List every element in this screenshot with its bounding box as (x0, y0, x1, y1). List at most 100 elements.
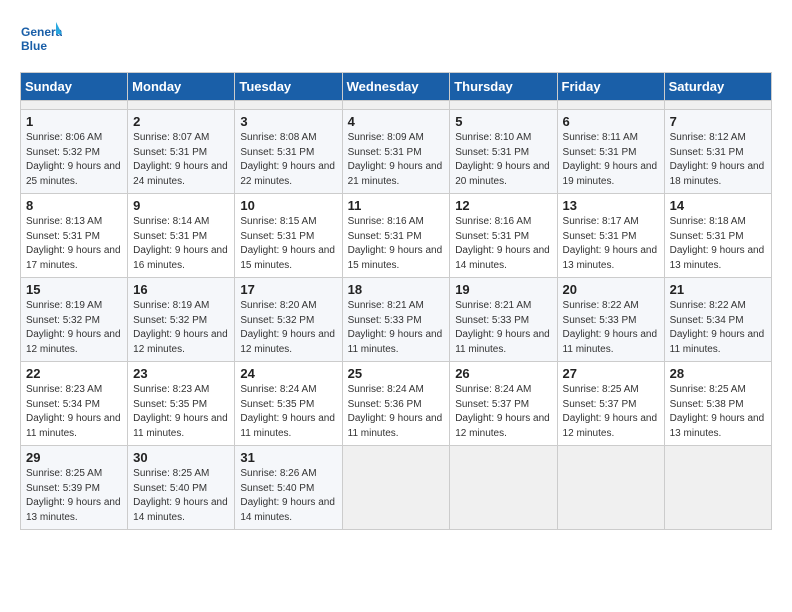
day-number: 30 (133, 450, 229, 465)
calendar-cell: 1 Sunrise: 8:06 AMSunset: 5:32 PMDayligh… (21, 110, 128, 194)
calendar-cell: 15 Sunrise: 8:19 AMSunset: 5:32 PMDaylig… (21, 278, 128, 362)
cell-info: Sunrise: 8:16 AMSunset: 5:31 PMDaylight:… (455, 215, 551, 273)
day-number: 9 (133, 198, 229, 213)
cell-info: Sunrise: 8:21 AMSunset: 5:33 PMDaylight:… (455, 299, 551, 357)
cell-info: Sunrise: 8:23 AMSunset: 5:35 PMDaylight:… (133, 383, 229, 441)
cell-info: Sunrise: 8:08 AMSunset: 5:31 PMDaylight:… (240, 131, 336, 189)
calendar-cell: 6 Sunrise: 8:11 AMSunset: 5:31 PMDayligh… (557, 110, 664, 194)
day-number: 27 (563, 366, 659, 381)
page-header: General Blue (20, 20, 772, 62)
logo: General Blue (20, 20, 62, 62)
cell-info: Sunrise: 8:24 AMSunset: 5:37 PMDaylight:… (455, 383, 551, 441)
calendar-cell: 3 Sunrise: 8:08 AMSunset: 5:31 PMDayligh… (235, 110, 342, 194)
day-number: 21 (670, 282, 766, 297)
day-number: 31 (240, 450, 336, 465)
cell-info: Sunrise: 8:20 AMSunset: 5:32 PMDaylight:… (240, 299, 336, 357)
day-number: 29 (26, 450, 122, 465)
calendar-cell: 13 Sunrise: 8:17 AMSunset: 5:31 PMDaylig… (557, 194, 664, 278)
cell-info: Sunrise: 8:25 AMSunset: 5:37 PMDaylight:… (563, 383, 659, 441)
calendar-cell: 8 Sunrise: 8:13 AMSunset: 5:31 PMDayligh… (21, 194, 128, 278)
cell-info: Sunrise: 8:23 AMSunset: 5:34 PMDaylight:… (26, 383, 122, 441)
cell-info: Sunrise: 8:18 AMSunset: 5:31 PMDaylight:… (670, 215, 766, 273)
day-number: 7 (670, 114, 766, 129)
day-number: 12 (455, 198, 551, 213)
cell-info: Sunrise: 8:13 AMSunset: 5:31 PMDaylight:… (26, 215, 122, 273)
day-number: 19 (455, 282, 551, 297)
cell-info: Sunrise: 8:09 AMSunset: 5:31 PMDaylight:… (348, 131, 445, 189)
day-number: 17 (240, 282, 336, 297)
calendar-cell: 14 Sunrise: 8:18 AMSunset: 5:31 PMDaylig… (664, 194, 771, 278)
calendar-cell: 30 Sunrise: 8:25 AMSunset: 5:40 PMDaylig… (128, 446, 235, 530)
weekday-header-wednesday: Wednesday (342, 73, 450, 101)
day-number: 25 (348, 366, 445, 381)
cell-info: Sunrise: 8:25 AMSunset: 5:40 PMDaylight:… (133, 467, 229, 525)
cell-info: Sunrise: 8:17 AMSunset: 5:31 PMDaylight:… (563, 215, 659, 273)
calendar-cell (557, 446, 664, 530)
cell-info: Sunrise: 8:11 AMSunset: 5:31 PMDaylight:… (563, 131, 659, 189)
cell-info: Sunrise: 8:10 AMSunset: 5:31 PMDaylight:… (455, 131, 551, 189)
calendar-cell (450, 446, 557, 530)
day-number: 13 (563, 198, 659, 213)
calendar-table: SundayMondayTuesdayWednesdayThursdayFrid… (20, 72, 772, 530)
cell-info: Sunrise: 8:16 AMSunset: 5:31 PMDaylight:… (348, 215, 445, 273)
day-number: 24 (240, 366, 336, 381)
calendar-cell: 16 Sunrise: 8:19 AMSunset: 5:32 PMDaylig… (128, 278, 235, 362)
calendar-week-4: 15 Sunrise: 8:19 AMSunset: 5:32 PMDaylig… (21, 278, 772, 362)
cell-info: Sunrise: 8:24 AMSunset: 5:35 PMDaylight:… (240, 383, 336, 441)
calendar-cell (342, 101, 450, 110)
day-number: 15 (26, 282, 122, 297)
calendar-week-6: 29 Sunrise: 8:25 AMSunset: 5:39 PMDaylig… (21, 446, 772, 530)
calendar-cell: 4 Sunrise: 8:09 AMSunset: 5:31 PMDayligh… (342, 110, 450, 194)
cell-info: Sunrise: 8:25 AMSunset: 5:38 PMDaylight:… (670, 383, 766, 441)
calendar-cell (21, 101, 128, 110)
calendar-cell: 25 Sunrise: 8:24 AMSunset: 5:36 PMDaylig… (342, 362, 450, 446)
calendar-cell: 17 Sunrise: 8:20 AMSunset: 5:32 PMDaylig… (235, 278, 342, 362)
cell-info: Sunrise: 8:22 AMSunset: 5:34 PMDaylight:… (670, 299, 766, 357)
day-number: 3 (240, 114, 336, 129)
day-number: 20 (563, 282, 659, 297)
svg-text:General: General (21, 25, 62, 39)
cell-info: Sunrise: 8:19 AMSunset: 5:32 PMDaylight:… (133, 299, 229, 357)
calendar-cell: 21 Sunrise: 8:22 AMSunset: 5:34 PMDaylig… (664, 278, 771, 362)
calendar-cell (450, 101, 557, 110)
cell-info: Sunrise: 8:24 AMSunset: 5:36 PMDaylight:… (348, 383, 445, 441)
calendar-cell: 29 Sunrise: 8:25 AMSunset: 5:39 PMDaylig… (21, 446, 128, 530)
calendar-cell: 2 Sunrise: 8:07 AMSunset: 5:31 PMDayligh… (128, 110, 235, 194)
calendar-cell: 18 Sunrise: 8:21 AMSunset: 5:33 PMDaylig… (342, 278, 450, 362)
calendar-week-5: 22 Sunrise: 8:23 AMSunset: 5:34 PMDaylig… (21, 362, 772, 446)
cell-info: Sunrise: 8:26 AMSunset: 5:40 PMDaylight:… (240, 467, 336, 525)
weekday-header-tuesday: Tuesday (235, 73, 342, 101)
day-number: 4 (348, 114, 445, 129)
svg-text:Blue: Blue (21, 39, 47, 53)
day-number: 23 (133, 366, 229, 381)
day-number: 8 (26, 198, 122, 213)
day-number: 11 (348, 198, 445, 213)
calendar-cell: 23 Sunrise: 8:23 AMSunset: 5:35 PMDaylig… (128, 362, 235, 446)
calendar-week-1 (21, 101, 772, 110)
calendar-cell: 9 Sunrise: 8:14 AMSunset: 5:31 PMDayligh… (128, 194, 235, 278)
calendar-header-row: SundayMondayTuesdayWednesdayThursdayFrid… (21, 73, 772, 101)
calendar-cell: 7 Sunrise: 8:12 AMSunset: 5:31 PMDayligh… (664, 110, 771, 194)
calendar-cell (128, 101, 235, 110)
day-number: 14 (670, 198, 766, 213)
calendar-week-3: 8 Sunrise: 8:13 AMSunset: 5:31 PMDayligh… (21, 194, 772, 278)
calendar-cell: 11 Sunrise: 8:16 AMSunset: 5:31 PMDaylig… (342, 194, 450, 278)
day-number: 6 (563, 114, 659, 129)
calendar-cell: 26 Sunrise: 8:24 AMSunset: 5:37 PMDaylig… (450, 362, 557, 446)
calendar-cell (664, 101, 771, 110)
calendar-cell (557, 101, 664, 110)
weekday-header-monday: Monday (128, 73, 235, 101)
calendar-cell: 20 Sunrise: 8:22 AMSunset: 5:33 PMDaylig… (557, 278, 664, 362)
calendar-cell: 10 Sunrise: 8:15 AMSunset: 5:31 PMDaylig… (235, 194, 342, 278)
calendar-cell (342, 446, 450, 530)
weekday-header-saturday: Saturday (664, 73, 771, 101)
calendar-cell: 19 Sunrise: 8:21 AMSunset: 5:33 PMDaylig… (450, 278, 557, 362)
cell-info: Sunrise: 8:19 AMSunset: 5:32 PMDaylight:… (26, 299, 122, 357)
cell-info: Sunrise: 8:06 AMSunset: 5:32 PMDaylight:… (26, 131, 122, 189)
day-number: 10 (240, 198, 336, 213)
logo-svg: General Blue (20, 20, 62, 62)
cell-info: Sunrise: 8:21 AMSunset: 5:33 PMDaylight:… (348, 299, 445, 357)
day-number: 26 (455, 366, 551, 381)
calendar-cell: 27 Sunrise: 8:25 AMSunset: 5:37 PMDaylig… (557, 362, 664, 446)
day-number: 5 (455, 114, 551, 129)
